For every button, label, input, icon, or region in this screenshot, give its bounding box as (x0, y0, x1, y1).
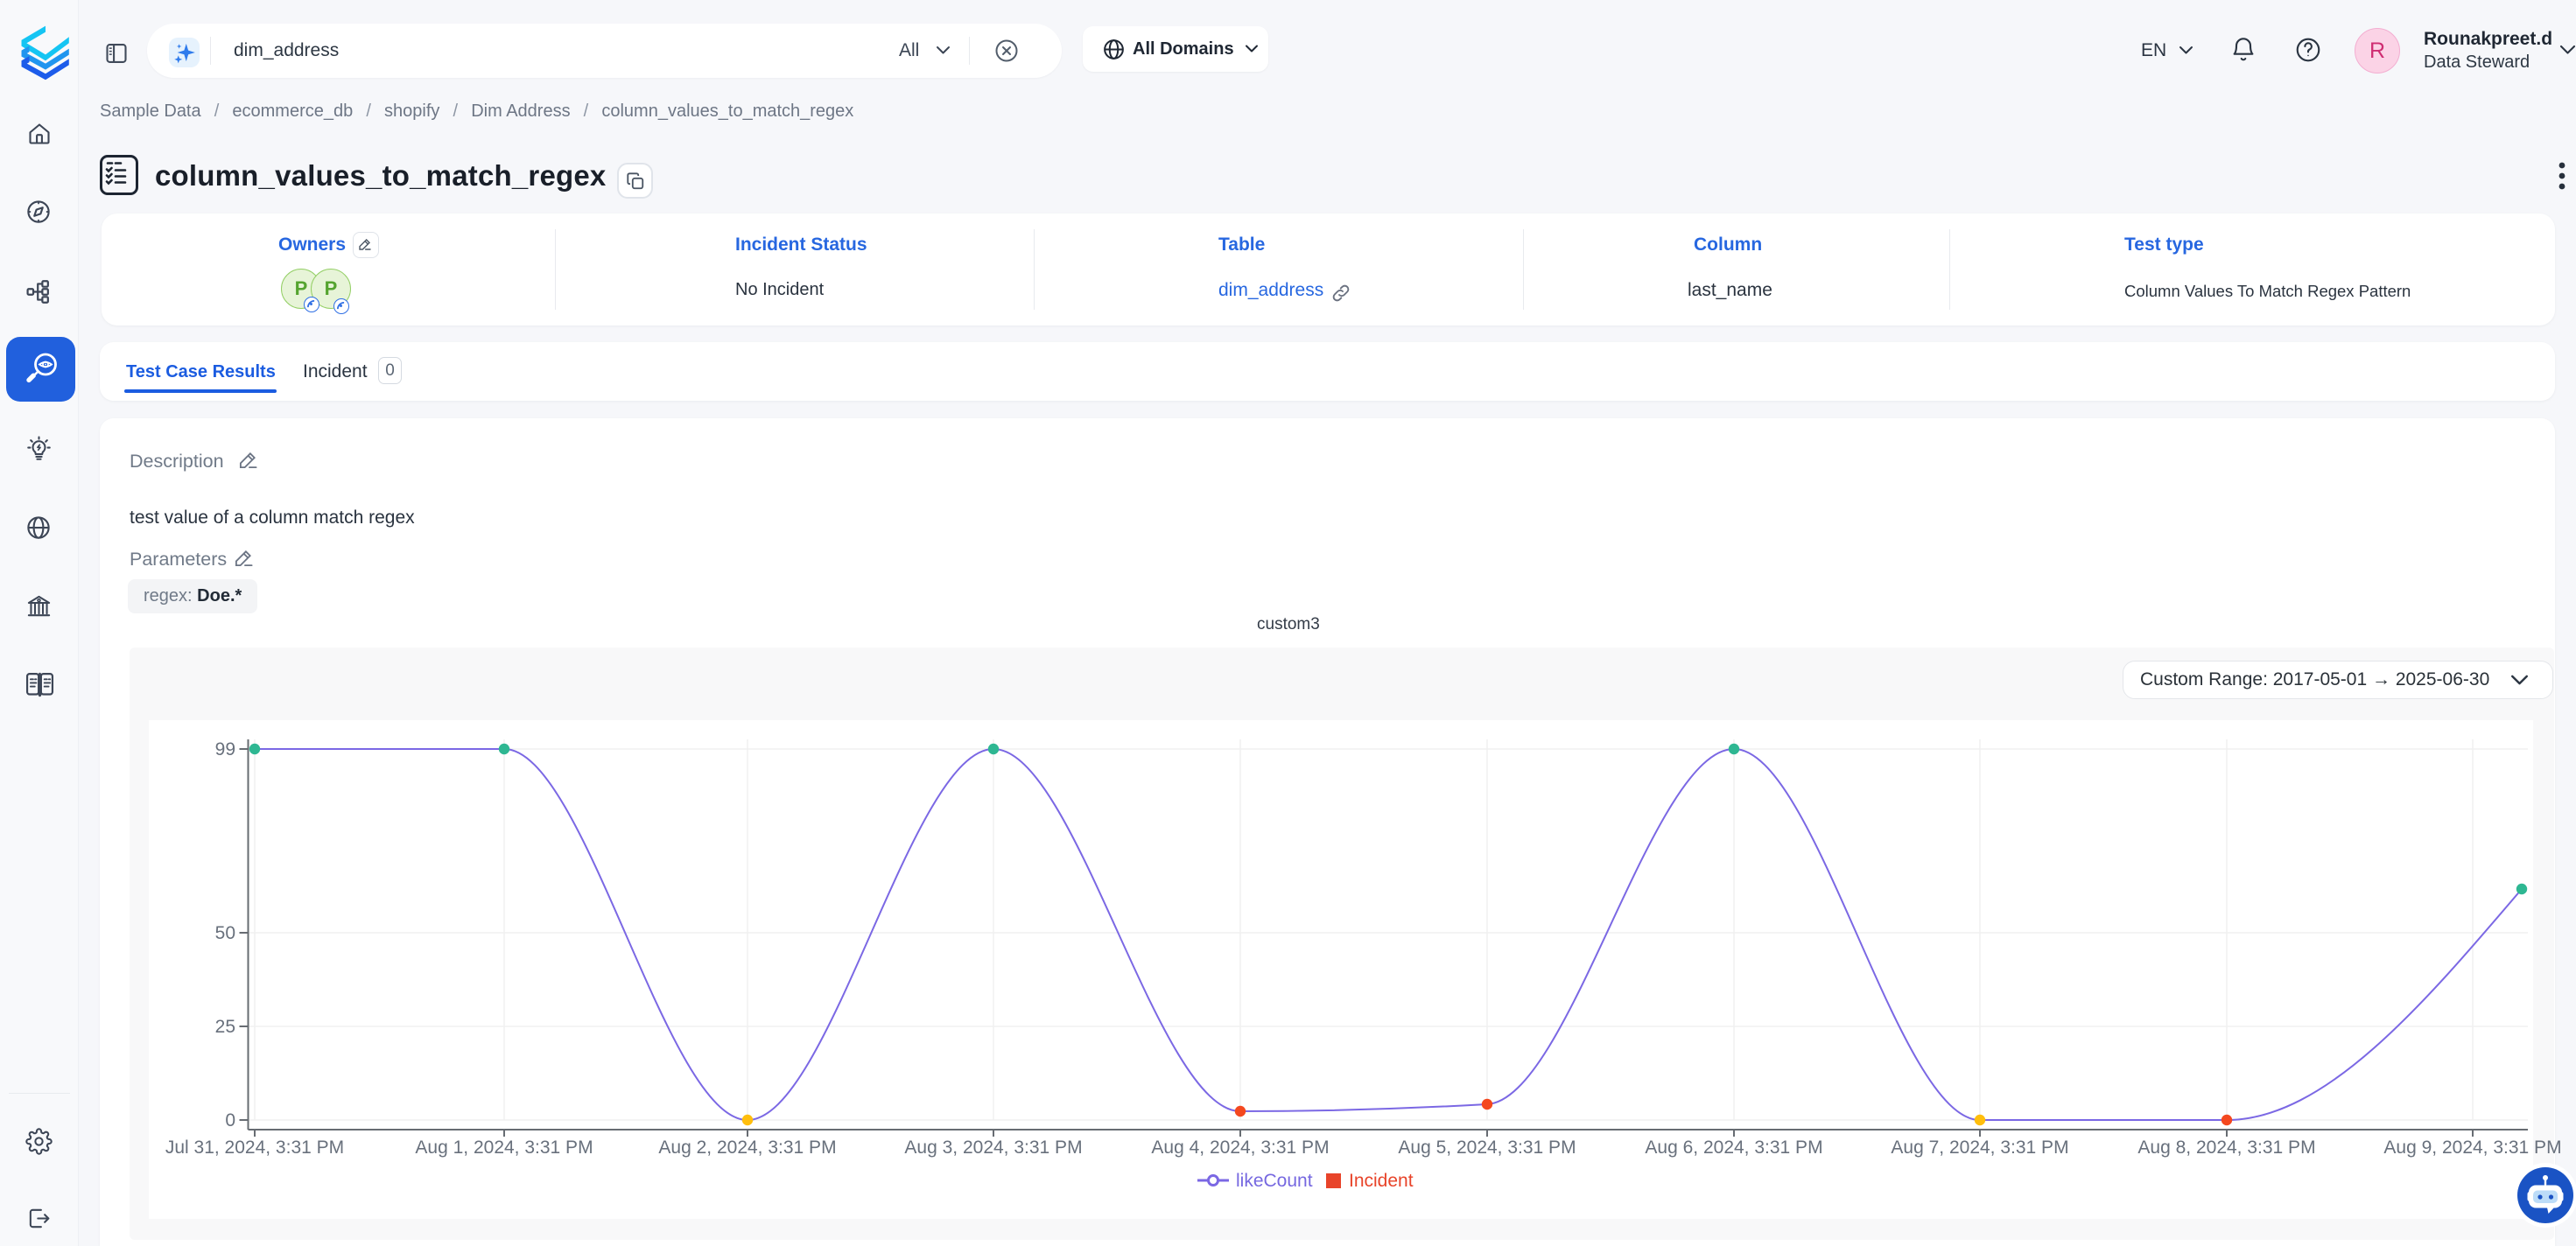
svg-text:Aug 4, 2024, 3:31 PM: Aug 4, 2024, 3:31 PM (1151, 1138, 1329, 1158)
svg-text:Aug 8, 2024, 3:31 PM: Aug 8, 2024, 3:31 PM (2137, 1138, 2315, 1158)
svg-text:Aug 6, 2024, 3:31 PM: Aug 6, 2024, 3:31 PM (1645, 1138, 1822, 1158)
svg-text:Jul 31, 2024, 3:31 PM: Jul 31, 2024, 3:31 PM (165, 1138, 344, 1158)
svg-text:Aug 3, 2024, 3:31 PM: Aug 3, 2024, 3:31 PM (904, 1138, 1082, 1158)
svg-text:Aug 1, 2024, 3:31 PM: Aug 1, 2024, 3:31 PM (415, 1138, 593, 1158)
svg-text:25: 25 (215, 1017, 235, 1037)
svg-text:Aug 2, 2024, 3:31 PM: Aug 2, 2024, 3:31 PM (658, 1138, 836, 1158)
svg-text:0: 0 (225, 1110, 235, 1130)
svg-text:Incident: Incident (1349, 1171, 1414, 1191)
svg-text:Aug 9, 2024, 3:31 PM: Aug 9, 2024, 3:31 PM (2383, 1138, 2561, 1158)
svg-text:Aug 5, 2024, 3:31 PM: Aug 5, 2024, 3:31 PM (1398, 1138, 1576, 1158)
svg-text:Aug 7, 2024, 3:31 PM: Aug 7, 2024, 3:31 PM (1891, 1138, 2068, 1158)
svg-text:likeCount: likeCount (1236, 1171, 1313, 1191)
svg-text:50: 50 (215, 923, 235, 943)
svg-text:99: 99 (215, 739, 235, 760)
